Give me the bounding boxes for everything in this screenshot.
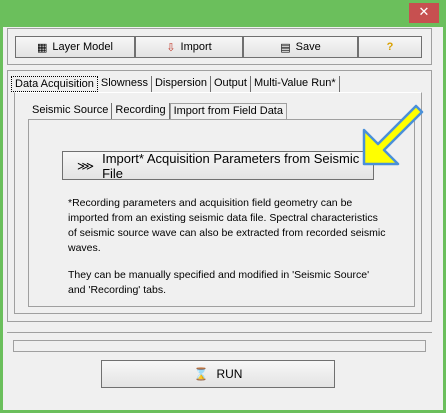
description-text-1: *Recording parameters and acquisition fi… — [68, 197, 386, 254]
sub-tabs: Seismic Source Recording Import from Fie… — [29, 103, 287, 119]
tab-output[interactable]: Output — [211, 76, 251, 92]
title-bar: ✕ — [3, 3, 443, 27]
run-label: RUN — [216, 367, 243, 381]
toolbar-panel: ▦ Layer Model ⇩ Import ▤ Save ? — [7, 28, 432, 65]
close-icon: ✕ — [418, 5, 430, 20]
save-label: Save — [295, 41, 321, 53]
tab-dispersion[interactable]: Dispersion — [152, 76, 211, 92]
tab-data-acquisition[interactable]: Data Acquisition — [11, 76, 98, 92]
layer-model-button[interactable]: ▦ Layer Model — [15, 36, 135, 58]
run-button[interactable]: ⌛ RUN — [101, 360, 335, 388]
tab-seismic-source[interactable]: Seismic Source — [29, 103, 113, 119]
layer-model-label: Layer Model — [52, 41, 113, 53]
import-icon: ⇩ — [166, 40, 176, 54]
close-button[interactable]: ✕ — [409, 3, 439, 23]
save-icon: ▤ — [280, 40, 291, 54]
seismic-import-icon: ⋙ — [77, 158, 95, 173]
divider — [7, 332, 432, 333]
description-text-2: They can be manually specified and modif… — [68, 269, 370, 296]
description-block: *Recording parameters and acquisition fi… — [68, 196, 388, 310]
tab-recording[interactable]: Recording — [112, 103, 170, 119]
layer-model-icon: ▦ — [37, 40, 48, 54]
save-button[interactable]: ▤ Save — [243, 36, 358, 58]
import-acquisition-label: Import* Acquisition Parameters from Seis… — [102, 150, 360, 181]
tab-multi-value-run[interactable]: Multi-Value Run* — [251, 76, 340, 92]
tab-import-from-field-data[interactable]: Import from Field Data — [169, 103, 287, 119]
import-button[interactable]: ⇩ Import — [135, 36, 243, 58]
import-acquisition-parameters-button[interactable]: ⋙ Import* Acquisition Parameters from Se… — [62, 150, 374, 181]
help-label: ? — [386, 41, 394, 53]
status-bar — [13, 340, 426, 352]
hourglass-icon: ⌛ — [193, 367, 209, 381]
tab-slowness[interactable]: Slowness — [98, 76, 152, 92]
main-tabs: Data Acquisition Slowness Dispersion Out… — [11, 76, 340, 92]
import-label: Import — [180, 41, 212, 53]
help-button[interactable]: ? — [358, 36, 422, 58]
arrow-icon — [362, 104, 424, 166]
